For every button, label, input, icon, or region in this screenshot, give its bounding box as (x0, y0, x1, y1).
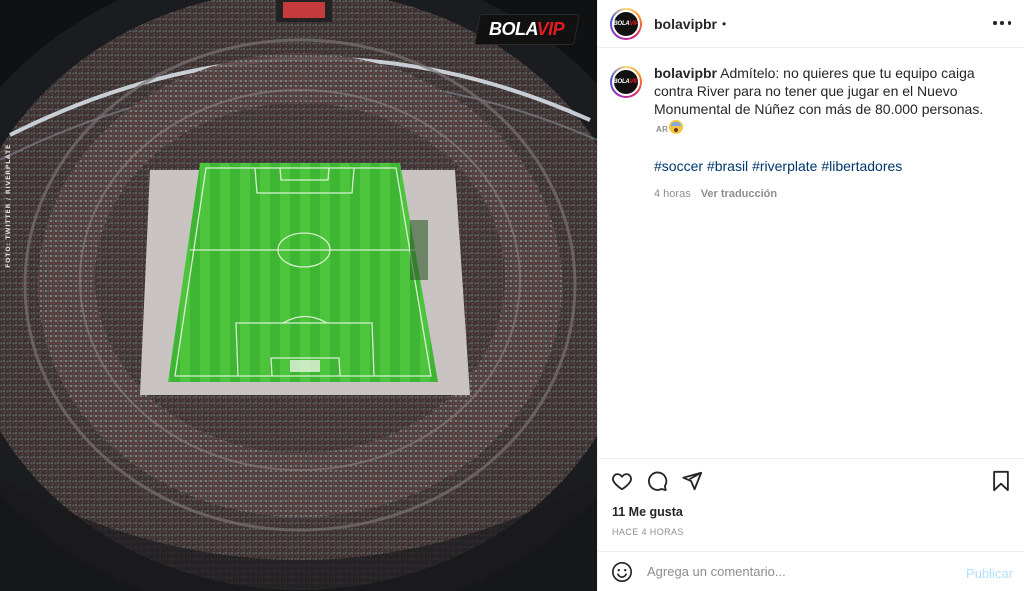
scream-emoji-icon (669, 120, 684, 134)
instagram-post: BOLAVIP FOTO: TWITTER / RIVERPLATE BOLAV… (0, 0, 1024, 591)
caption-username[interactable]: bolavipbr (654, 65, 717, 81)
hashtag-link[interactable]: #riverplate (752, 158, 817, 174)
smile-icon[interactable] (611, 561, 633, 583)
hashtag-link[interactable]: #soccer (654, 158, 703, 174)
share-icon[interactable] (681, 470, 703, 492)
header-username[interactable]: bolavipbr (654, 16, 717, 32)
heart-icon[interactable] (611, 470, 633, 492)
stadium-photo (0, 0, 597, 591)
photo-credit: FOTO: TWITTER / RIVERPLATE (4, 144, 12, 268)
actions-divider (598, 458, 1024, 460)
caption-avatar[interactable]: BOLAVIP (610, 66, 642, 98)
comment-icon[interactable] (646, 470, 668, 492)
more-horizontal-icon[interactable] (993, 14, 1011, 32)
post-header: BOLAVIP bolavipbr • (598, 0, 1024, 48)
hashtag-link[interactable]: #libertadores (821, 158, 902, 174)
bookmark-icon[interactable] (990, 470, 1012, 492)
flag-ar: AR (656, 125, 669, 134)
caption-meta: 4 horas Ver traducción (654, 185, 1000, 203)
avatar[interactable]: BOLAVIP (610, 7, 642, 40)
bolavip-logo: BOLAVIP (474, 14, 580, 45)
caption-time: 4 horas (654, 188, 691, 200)
comment-input[interactable] (647, 564, 947, 579)
header-dot: • (722, 16, 727, 31)
comment-box: Publicar (598, 551, 1024, 591)
hashtags: #soccer #brasil #riverplate #libertadore… (654, 157, 1000, 175)
translate-button[interactable]: Ver traducción (701, 185, 777, 203)
post-timestamp: HACE 4 HORAS (612, 527, 684, 537)
hashtag-link[interactable]: #brasil (707, 158, 748, 174)
caption-body: bolavipbr Admítelo: no quieres que tu eq… (654, 64, 1000, 203)
caption: BOLAVIP bolavipbr Admítelo: no quieres q… (610, 64, 1010, 203)
action-bar (611, 470, 716, 492)
likes-count[interactable]: 11 Me gusta (612, 505, 683, 519)
publish-button[interactable]: Publicar (966, 566, 1013, 581)
post-image[interactable]: BOLAVIP FOTO: TWITTER / RIVERPLATE (0, 0, 597, 591)
post-side-panel: BOLAVIP bolavipbr • BOLAVIP bolavipbr Ad… (597, 0, 1024, 591)
